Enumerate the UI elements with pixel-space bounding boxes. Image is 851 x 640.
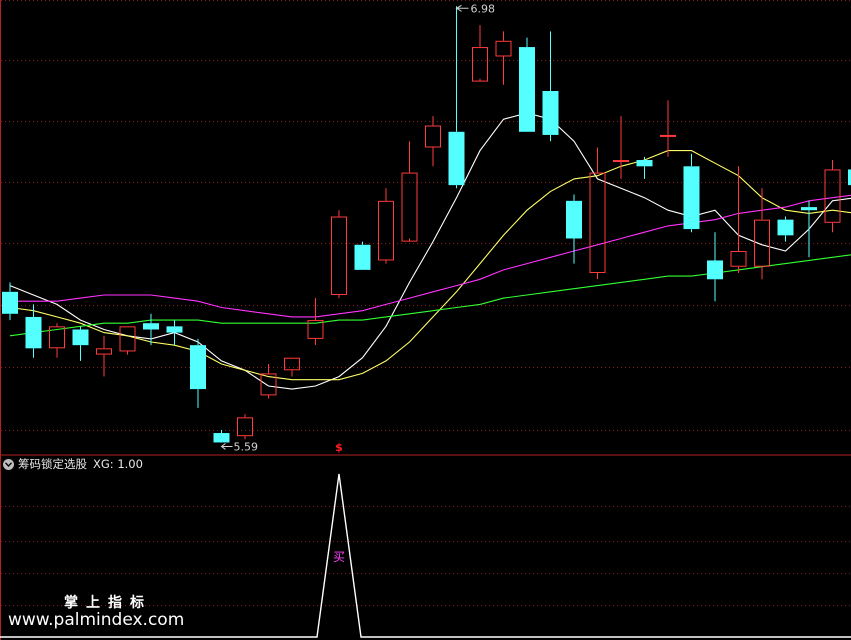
indicator-value: XG: 1.00 <box>93 457 143 471</box>
candle[interactable] <box>425 116 441 167</box>
candle-body <box>166 326 183 333</box>
candle-body <box>378 200 394 261</box>
candle-body <box>213 433 230 443</box>
candle-body <box>119 326 136 352</box>
candle[interactable] <box>613 116 629 179</box>
candle[interactable] <box>777 216 794 242</box>
candle[interactable] <box>660 100 676 157</box>
candle-body <box>284 357 300 371</box>
candle-body <box>777 219 794 236</box>
candle-body <box>190 345 206 390</box>
moving-average-lines <box>9 112 851 390</box>
ma-mid-line <box>9 150 851 381</box>
indicator-header: 筹码锁定选股 XG: 1.00 <box>3 456 143 472</box>
candle-body <box>730 251 747 267</box>
chart-stage: 6.98 5.59 $ 买 <box>0 0 851 640</box>
candle[interactable] <box>119 326 136 355</box>
low-price-pointer-icon <box>220 443 233 450</box>
candle[interactable] <box>589 147 606 280</box>
candle-body <box>824 169 841 223</box>
candle-body <box>2 291 18 314</box>
ma-fast-line <box>9 112 851 390</box>
signal-marker-symbol: $ <box>335 441 343 454</box>
candle[interactable] <box>213 429 230 443</box>
high-price-label: 6.98 <box>471 2 496 15</box>
candle-body <box>237 417 253 437</box>
candle-body <box>566 200 582 239</box>
candle[interactable] <box>354 241 371 270</box>
candle[interactable] <box>448 6 465 189</box>
candle[interactable] <box>519 37 535 132</box>
candle[interactable] <box>566 194 582 264</box>
candle-body <box>425 125 441 148</box>
candle-body <box>589 172 606 274</box>
candle[interactable] <box>542 31 559 142</box>
candle[interactable] <box>96 335 112 377</box>
candle-body <box>660 134 676 137</box>
candle-body <box>495 40 512 57</box>
candle[interactable] <box>190 338 206 408</box>
candle[interactable] <box>307 298 324 346</box>
candle[interactable] <box>636 156 653 179</box>
low-price-label: 5.59 <box>234 440 259 453</box>
buy-signal-label: 买 <box>333 550 345 564</box>
candle[interactable] <box>683 153 700 233</box>
candle[interactable] <box>331 210 347 299</box>
ma-long-line <box>9 254 851 337</box>
candle[interactable] <box>401 141 418 242</box>
candle[interactable] <box>801 200 817 258</box>
price-grid <box>1 0 851 431</box>
indicator-grid <box>1 506 851 606</box>
watermark-url: www.palmindex.com <box>8 610 185 630</box>
candle[interactable] <box>824 160 841 233</box>
candle-body <box>519 47 535 132</box>
candle[interactable] <box>72 326 89 361</box>
candle-body <box>472 47 488 82</box>
candle-body <box>801 207 817 211</box>
candle-body <box>613 160 629 163</box>
candle[interactable] <box>495 31 512 85</box>
candle-body <box>448 131 465 186</box>
candlestick-series[interactable] <box>2 6 851 443</box>
indicator-name[interactable]: 筹码锁定选股 <box>18 456 87 472</box>
candle[interactable] <box>166 320 183 346</box>
candle-body <box>25 316 42 349</box>
candle[interactable] <box>260 364 277 399</box>
chevron-down-icon[interactable] <box>3 458 14 470</box>
candle-body <box>72 329 89 346</box>
candle-body <box>96 348 112 355</box>
high-price-pointer-icon <box>455 4 469 12</box>
ma-slow-line <box>10 194 851 318</box>
candle[interactable] <box>707 232 723 302</box>
watermark-title: 掌上指标 <box>64 595 152 611</box>
candle-body <box>331 216 347 295</box>
candle[interactable] <box>378 188 394 264</box>
candle-body <box>636 160 653 167</box>
candle-body <box>401 172 418 242</box>
candle[interactable] <box>472 25 488 82</box>
candle-body <box>354 244 371 270</box>
price-annotations: 6.98 5.59 <box>220 2 496 453</box>
candle[interactable] <box>237 414 253 440</box>
candle-body <box>542 91 559 135</box>
candle-body <box>143 323 159 330</box>
candle-body <box>683 166 700 230</box>
candle-body <box>707 260 723 280</box>
